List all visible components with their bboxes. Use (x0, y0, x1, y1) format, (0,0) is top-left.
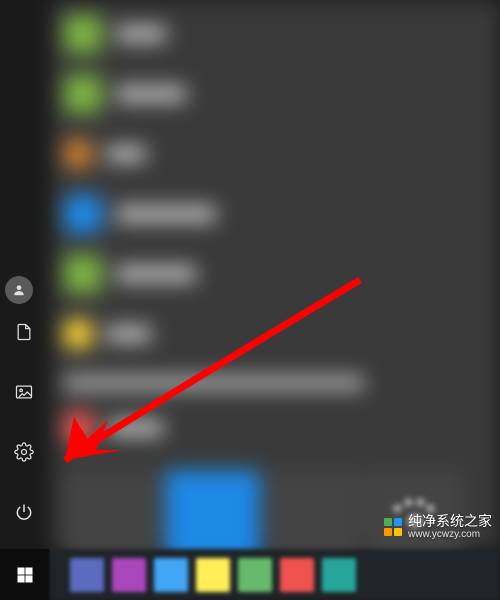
app-icon (64, 320, 92, 348)
app-icon (64, 255, 102, 293)
app-icon (64, 15, 102, 53)
taskbar-item[interactable] (322, 558, 356, 592)
settings-button[interactable] (0, 433, 48, 471)
app-icon (64, 75, 102, 113)
watermark-logo-icon (384, 518, 402, 536)
taskbar-item[interactable] (196, 558, 230, 592)
app-label (116, 86, 186, 102)
documents-button[interactable] (0, 313, 48, 351)
app-list-item[interactable] (64, 246, 488, 302)
taskbar-item[interactable] (112, 558, 146, 592)
app-icon (64, 140, 92, 168)
pictures-button[interactable] (0, 373, 48, 411)
start-menu-app-list (52, 0, 500, 549)
app-label (106, 146, 146, 162)
start-menu-rail (0, 313, 48, 549)
taskbar-item[interactable] (154, 558, 188, 592)
app-list-item[interactable] (64, 186, 488, 242)
app-icon (64, 195, 102, 233)
taskbar-item[interactable] (70, 558, 104, 592)
start-icon (15, 565, 35, 585)
app-list-item[interactable] (64, 126, 488, 182)
taskbar (50, 549, 500, 600)
taskbar-item[interactable] (238, 558, 272, 592)
settings-icon (14, 442, 34, 462)
pictures-icon (14, 382, 34, 402)
watermark-title: 纯净系统之家 (408, 514, 492, 529)
section-header (64, 376, 364, 390)
power-icon (14, 502, 34, 522)
app-label (116, 206, 216, 222)
watermark-url: www.ycwzy.com (408, 529, 492, 540)
app-label (116, 26, 166, 42)
app-label (106, 326, 151, 342)
app-list-item[interactable] (64, 400, 488, 456)
user-account-button[interactable] (5, 276, 33, 304)
taskbar-item[interactable] (280, 558, 314, 592)
app-list-item[interactable] (64, 6, 488, 62)
user-icon (12, 283, 26, 297)
watermark: 纯净系统之家 www.ycwzy.com (384, 514, 492, 540)
documents-icon (14, 322, 34, 342)
app-label (108, 420, 163, 436)
app-list-item[interactable] (64, 306, 488, 362)
power-button[interactable] (0, 493, 48, 531)
start-button[interactable] (0, 549, 50, 600)
app-list-item[interactable] (64, 66, 488, 122)
app-label (116, 266, 196, 282)
app-icon (64, 413, 94, 443)
